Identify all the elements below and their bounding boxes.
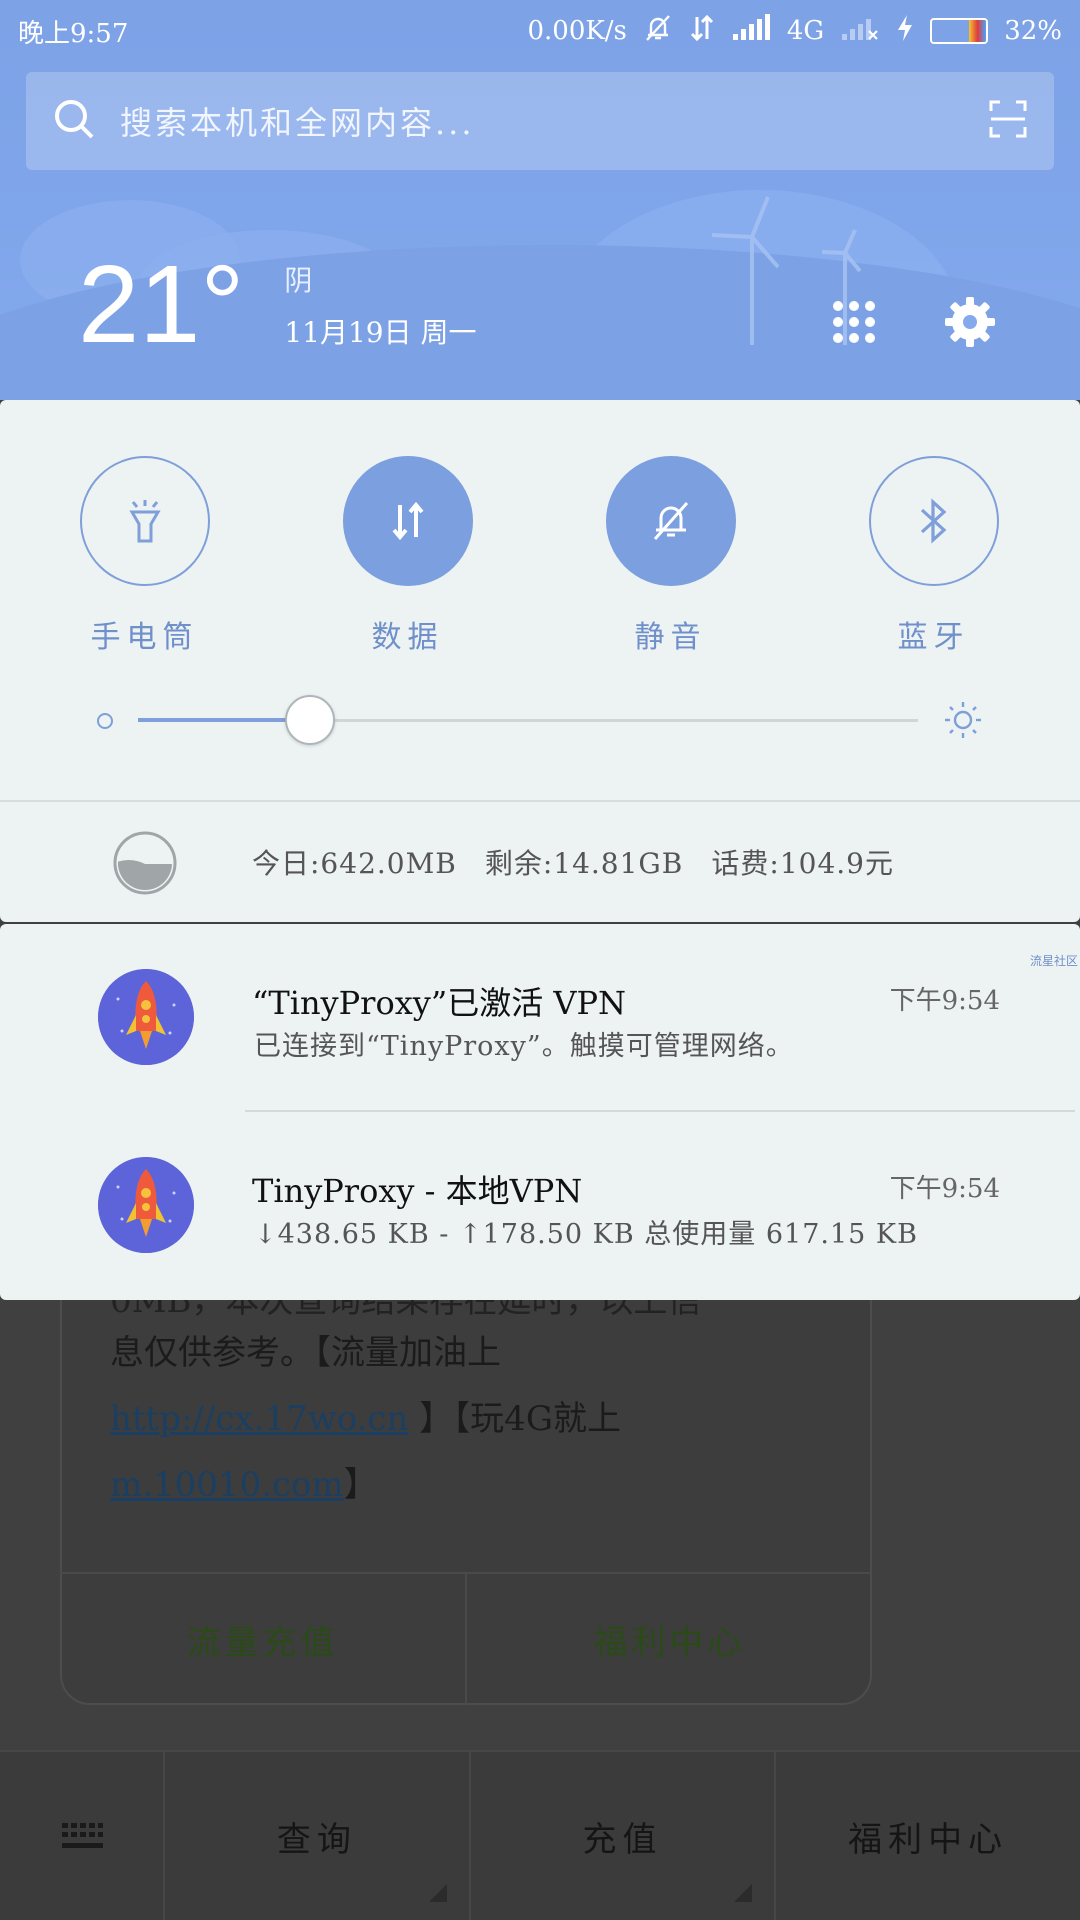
notification-title: “TinyProxy”已激活 VPN [252,984,627,1022]
message-line-2: 】【玩4G就上 [408,1399,621,1439]
tab-query-label: 查询 [276,1819,357,1860]
data-arrows-icon [342,456,473,586]
message-text: 0MB，本次查询结果存在延时，以上信 息仅供参考。【流量加油上 http://c… [110,1281,800,1518]
notification-title: TinyProxy - 本地VPN [252,1172,583,1210]
settings-gear-icon[interactable] [940,292,1000,352]
search-placeholder: 搜索本机和全网内容... [120,104,475,142]
notification-body: 已连接到“TinyProxy”。触摸可管理网络。 [254,1031,794,1062]
tab-welfare[interactable]: 福利中心 [776,1752,1080,1920]
usage-remaining: 剩余:14.81GB [484,847,684,880]
toggle-data[interactable]: 数据 [276,456,539,656]
mute-status-icon [643,13,673,50]
brightness-low-icon [95,711,115,735]
data-usage-row[interactable]: 今日:642.0MB 剩余:14.81GB 话费:104.9元 [0,802,1080,922]
notification-time: 下午9:54 [889,1174,1000,1204]
rocket-app-icon [98,969,194,1065]
tab-welfare-label: 福利中心 [848,1819,1009,1860]
quick-settings-panel: 手电筒 数据 静音 蓝牙 今日:642.0MB 剩余:14.81GB 话费:10… [0,400,1080,922]
notification-list: 流星社区 “TinyProxy”已激活 VPN 已连接到“TinyProxy”。… [0,924,1080,1300]
net-speed: 0.00K/s [527,16,627,46]
toggle-flashlight-label: 手电筒 [90,620,199,655]
toggle-bluetooth[interactable]: 蓝牙 [802,456,1065,656]
bottom-menu: 查询 充值 福利中心 [0,1750,1080,1920]
status-bar: 晚上9:57 0.00K/s 4G 32% [0,0,1080,62]
link-10010[interactable]: m.10010.com [110,1465,344,1505]
flashlight-icon [79,456,210,586]
toggle-bluetooth-label: 蓝牙 [897,620,970,655]
weather-date: 11月19日 周一 [284,316,477,349]
action-welfare-center[interactable]: 福利中心 [467,1574,872,1705]
notification-header: 晚上9:57 0.00K/s 4G 32% 搜索本机和全网内容... 21° 阴… [0,0,1080,400]
toggle-flashlight[interactable]: 手电筒 [13,456,276,656]
message-line-1: 息仅供参考。【流量加油上 [110,1333,501,1373]
mute-bell-icon [605,456,736,586]
brightness-high-icon [943,700,983,744]
usage-balance: 话费:104.9元 [711,847,894,880]
sim2-signal-icon [840,14,880,49]
message-end: 】 [343,1465,378,1505]
message-actions: 流量充值 福利中心 [60,1572,872,1705]
toggle-mute[interactable]: 静音 [539,456,802,656]
toggle-mute-label: 静音 [634,620,707,655]
search-icon [52,97,96,145]
weather-condition: 阴 [284,264,313,297]
keyboard-icon[interactable] [0,1752,165,1920]
weather-widget[interactable]: 21° 阴 11月19日 周一 [78,250,477,360]
data-usage-gauge-icon [112,830,178,900]
brightness-slider[interactable] [95,695,995,745]
rocket-app-icon [98,1157,194,1253]
notification-time: 下午9:54 [889,986,1000,1016]
notification-local-vpn[interactable]: TinyProxy - 本地VPN ↓438.65 KB - ↑178.50 K… [0,1112,1080,1300]
notification-vpn-activated[interactable]: “TinyProxy”已激活 VPN 已连接到“TinyProxy”。触摸可管理… [0,924,1080,1112]
quick-toggles: 手电筒 数据 静音 蓝牙 [0,456,1080,656]
data-transfer-icon [689,13,715,50]
grid-menu-icon[interactable] [824,292,884,352]
battery-percent: 32% [1004,16,1062,46]
link-17wo[interactable]: http://cx.17wo.cn [110,1399,408,1439]
battery-icon [930,18,989,44]
temperature: 21° [78,243,245,366]
search-bar[interactable]: 搜索本机和全网内容... [26,72,1054,170]
signal-icon [731,13,771,49]
tab-query[interactable]: 查询 [165,1752,471,1920]
charging-icon [896,14,914,49]
action-traffic-recharge[interactable]: 流量充值 [60,1574,467,1705]
tab-recharge-label: 充值 [582,1819,663,1860]
network-type: 4G [786,16,825,46]
usage-today: 今日:642.0MB [252,847,457,880]
status-time: 晚上9:57 [18,18,129,49]
tab-recharge[interactable]: 充值 [471,1752,777,1920]
scan-icon[interactable] [988,99,1028,143]
bluetooth-icon [868,456,999,586]
notification-body: ↓438.65 KB - ↑178.50 KB 总使用量 617.15 KB [254,1219,918,1250]
toggle-data-label: 数据 [371,620,444,655]
brightness-knob[interactable] [284,695,335,745]
brightness-fill [138,718,310,722]
